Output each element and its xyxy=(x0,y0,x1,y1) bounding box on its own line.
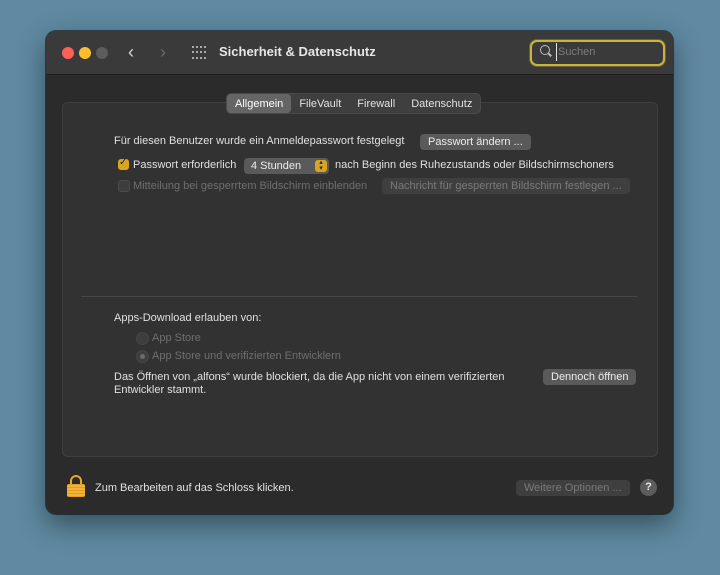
tab-content-panel xyxy=(62,102,658,457)
blocked-app-message-line1: Das Öffnen von „alfons“ wurde blockiert,… xyxy=(114,371,505,383)
require-password-suffix: nach Beginn des Ruhezustands oder Bildsc… xyxy=(335,159,614,171)
stepper-arrows-icon: ▴ ▾ xyxy=(315,159,327,172)
section-divider xyxy=(81,296,637,297)
radio-app-store-verified-label: App Store und verifizierten Entwicklern xyxy=(152,350,341,362)
lock-hint-text: Zum Bearbeiten auf das Schloss klicken. xyxy=(95,482,294,494)
change-password-button[interactable]: Passwort ändern ... xyxy=(420,134,531,150)
radio-app-store-verified[interactable] xyxy=(136,350,149,363)
lock-icon[interactable] xyxy=(67,475,85,497)
blocked-app-message-line2: Entwickler stammt. xyxy=(114,384,207,396)
search-input[interactable] xyxy=(556,43,658,61)
minimize-button[interactable] xyxy=(79,47,91,59)
preferences-window: ‹ › Sicherheit & Datenschutz Allgemein F… xyxy=(46,31,673,514)
title-bar: ‹ › Sicherheit & Datenschutz xyxy=(46,31,673,75)
tab-filevault[interactable]: FileVault xyxy=(291,94,349,113)
downloads-heading: Apps-Download erlauben von: xyxy=(114,312,262,324)
zoom-button[interactable] xyxy=(96,47,108,59)
advanced-options-button[interactable]: Weitere Optionen ... xyxy=(516,480,630,496)
search-field[interactable] xyxy=(530,40,665,66)
help-button[interactable]: ? xyxy=(640,479,657,496)
require-password-checkbox[interactable] xyxy=(118,157,129,170)
show-message-checkbox[interactable] xyxy=(118,180,130,192)
show-all-grid-icon[interactable] xyxy=(192,46,206,60)
password-set-text: Für diesen Benutzer wurde ein Anmeldepas… xyxy=(114,135,405,147)
open-anyway-button[interactable]: Dennoch öffnen xyxy=(543,369,637,385)
window-title: Sicherheit & Datenschutz xyxy=(219,44,376,59)
set-message-button[interactable]: Nachricht für gesperrten Bildschirm fest… xyxy=(382,178,630,194)
search-icon xyxy=(540,45,550,55)
tab-allgemein[interactable]: Allgemein xyxy=(227,94,292,113)
show-message-label: Mitteilung bei gesperrtem Bildschirm ein… xyxy=(133,180,368,192)
back-arrow-icon[interactable]: ‹ xyxy=(128,42,134,62)
forward-arrow-icon[interactable]: › xyxy=(160,42,166,62)
tab-firewall[interactable]: Firewall xyxy=(349,94,403,113)
require-password-delay-value: 4 Stunden xyxy=(251,160,302,172)
close-button[interactable] xyxy=(62,47,74,59)
require-password-label: Passwort erforderlich xyxy=(133,159,237,171)
tab-datenschutz[interactable]: Datenschutz xyxy=(403,94,480,113)
tab-bar: Allgemein FileVault Firewall Datenschutz xyxy=(226,93,482,114)
radio-app-store-label: App Store xyxy=(152,332,201,344)
require-password-delay-select[interactable]: 4 Stunden ▴ ▾ xyxy=(244,158,329,174)
radio-app-store[interactable] xyxy=(136,332,149,345)
